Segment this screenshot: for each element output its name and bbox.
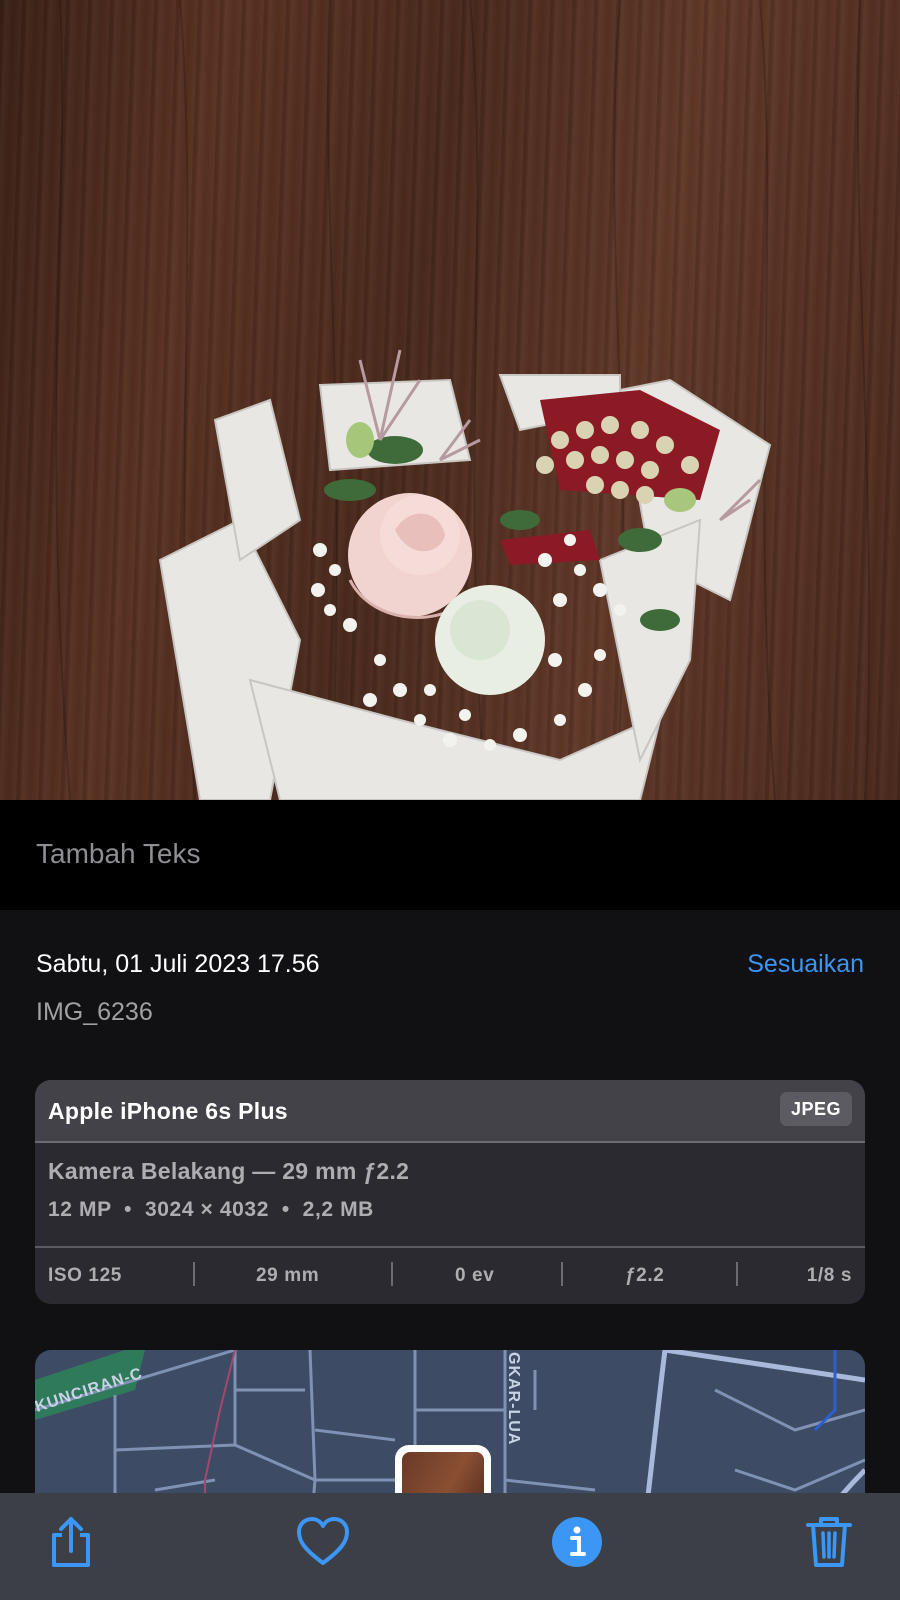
exif-separator [391,1262,393,1286]
exif-shutter: 1/8 s [806,1265,852,1286]
exif-separator [736,1262,738,1286]
lens-info: Kamera Belakang — 29 mm ƒ2.2 [48,1158,410,1184]
exif-separator [561,1262,563,1286]
exif-row: ISO 125 29 mm 0 ev ƒ2.2 1/8 s [35,1248,865,1304]
exif-focal-length: 29 mm [256,1265,320,1286]
device-name: Apple iPhone 6s Plus [48,1098,288,1124]
favorite-button[interactable] [294,1513,352,1571]
bottom-toolbar [0,1493,900,1600]
exif-exposure: 0 ev [455,1265,495,1286]
exif-separator [193,1262,195,1286]
heart-icon [297,1517,349,1565]
photo-view[interactable] [0,0,900,800]
info-button[interactable] [548,1513,606,1571]
format-badge: JPEG [779,1092,852,1126]
bouquet-image [55,0,871,800]
trash-icon [806,1517,852,1567]
camera-info-card: Apple iPhone 6s Plus JPEG Kamera Belakan… [35,1080,865,1304]
adjust-button[interactable]: Sesuaikan [747,950,864,979]
camera-card-header: Apple iPhone 6s Plus JPEG [35,1080,865,1143]
photo-filename: IMG_6236 [36,998,153,1026]
info-icon [552,1517,602,1567]
share-button[interactable] [42,1513,100,1571]
delete-button[interactable] [800,1513,858,1571]
map-road-label: GKAR-LUA [505,1352,522,1445]
photo-date: Sabtu, 01 Juli 2023 17.56 [36,950,320,978]
caption-input[interactable]: Tambah Teks [36,838,200,870]
exif-aperture: ƒ2.2 [625,1265,665,1286]
share-icon [52,1517,90,1567]
exif-iso: ISO 125 [48,1265,122,1286]
image-specs: 12 MP • 3024 × 4032 • 2,2 MB [48,1198,374,1221]
